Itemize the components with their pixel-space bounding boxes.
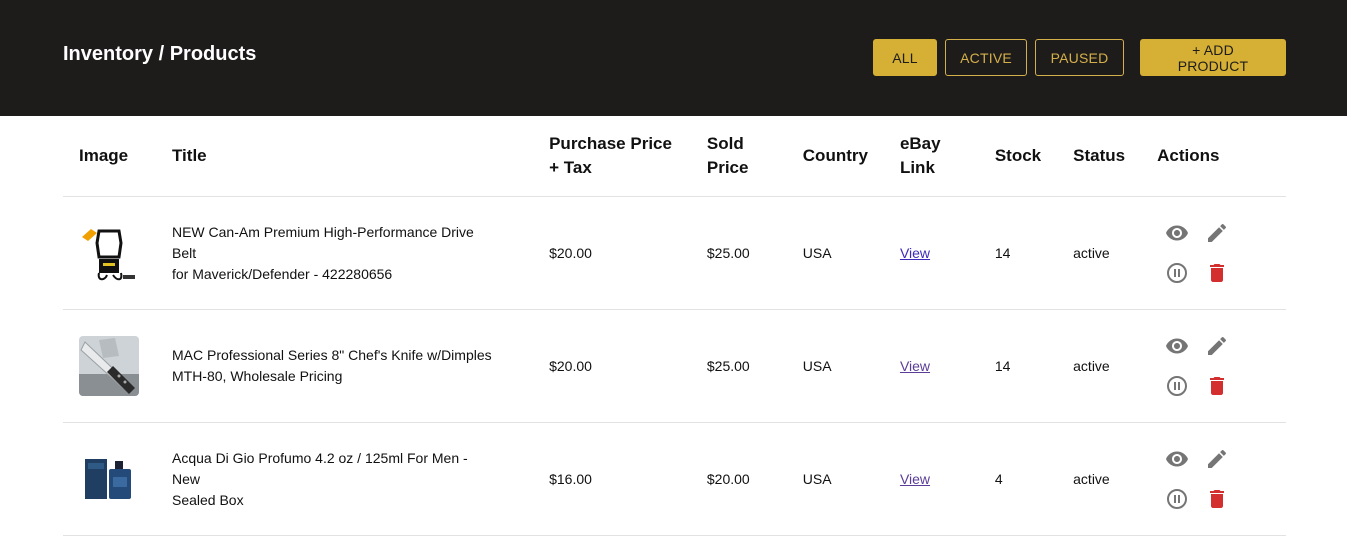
ebay-header-line2: Link — [899, 158, 935, 177]
view-button[interactable] — [1157, 326, 1197, 366]
table-header-row: Image Title Purchase Price + Tax Sold Pric… — [63, 116, 1286, 197]
stock-cell: 14 — [978, 309, 1058, 423]
ebay-view-link[interactable]: View — [900, 358, 930, 374]
column-header-ebay-link: eBay Link — [883, 116, 979, 197]
ebay-view-link[interactable]: View — [900, 245, 930, 261]
pause-button[interactable] — [1157, 366, 1197, 406]
stock-cell: 14 — [978, 196, 1058, 310]
country-cell: USA — [786, 309, 884, 423]
table-row: MAC Professional Series 8" Chef's Knife … — [63, 309, 1286, 423]
delete-button[interactable] — [1197, 253, 1237, 293]
actions-cell — [1141, 196, 1286, 310]
column-header-image: Image — [63, 116, 156, 197]
eye-icon — [1166, 451, 1189, 467]
table-row: Acqua Di Gio Profumo 4.2 oz / 125ml For … — [63, 422, 1286, 536]
edit-button[interactable] — [1197, 326, 1237, 366]
column-header-status: Status — [1057, 116, 1142, 197]
sold-price-cell: $25.00 — [690, 196, 787, 310]
filter-all-button[interactable]: ALL — [873, 39, 937, 76]
column-header-title: Title — [155, 116, 534, 197]
column-header-purchase-price: Purchase Price + Tax — [533, 116, 691, 197]
country-cell: USA — [786, 422, 884, 536]
pause-button[interactable] — [1157, 253, 1197, 293]
ebay-header-line1: eBay — [899, 134, 941, 153]
filter-active-button[interactable]: ACTIVE — [945, 39, 1027, 76]
sold-price-cell: $20.00 — [690, 422, 787, 536]
product-thumbnail-chef-knife — [79, 336, 139, 396]
product-thumbnail-drive-belt — [79, 223, 139, 283]
column-header-country: Country — [786, 116, 884, 197]
delete-button[interactable] — [1197, 366, 1237, 406]
purchase-price-cell: $20.00 — [533, 309, 691, 423]
view-button[interactable] — [1157, 213, 1197, 253]
pause-icon — [1167, 376, 1188, 396]
stock-cell: 4 — [978, 422, 1058, 536]
delete-button[interactable] — [1197, 479, 1237, 519]
title-line1: MAC Professional Series 8" Chef's Knife … — [171, 347, 492, 363]
title-cell: Acqua Di Gio Profumo 4.2 oz / 125ml For … — [155, 422, 534, 536]
ebay-link-cell: View — [883, 309, 979, 423]
products-table: Image Title Purchase Price + Tax Sold Pric… — [63, 116, 1286, 536]
pencil-icon — [1208, 223, 1227, 242]
purchase-price-cell: $20.00 — [533, 196, 691, 310]
title-line2: MTH-80, Wholesale Pricing — [171, 368, 343, 384]
table-row: NEW Can-Am Premium High-Performance Driv… — [63, 196, 1286, 310]
purchase-price-cell: $16.00 — [533, 422, 691, 536]
image-cell — [63, 309, 156, 423]
trash-icon — [1210, 490, 1225, 508]
filter-paused-button[interactable]: PAUSED — [1035, 39, 1124, 76]
status-cell: active — [1057, 309, 1142, 423]
trash-icon — [1210, 264, 1225, 282]
status-cell: active — [1057, 422, 1142, 536]
image-cell — [63, 196, 156, 310]
pencil-icon — [1208, 336, 1227, 355]
purchase-header-line1: Purchase Price — [549, 134, 672, 153]
trash-icon — [1210, 377, 1225, 395]
image-cell — [63, 422, 156, 536]
status-cell: active — [1057, 196, 1142, 310]
pause-icon — [1167, 489, 1188, 509]
purchase-header-line2: + Tax — [549, 158, 592, 177]
column-header-sold-price: Sold Price — [690, 116, 787, 197]
ebay-view-link[interactable]: View — [900, 471, 930, 487]
pause-icon — [1167, 263, 1188, 283]
actions-cell — [1141, 422, 1286, 536]
pause-button[interactable] — [1157, 479, 1197, 519]
title-cell: NEW Can-Am Premium High-Performance Driv… — [155, 196, 534, 310]
title-line1: NEW Can-Am Premium High-Performance Driv… — [171, 223, 474, 261]
sold-header-line1: Sold — [706, 134, 744, 153]
column-header-stock: Stock — [978, 116, 1058, 197]
view-button[interactable] — [1157, 439, 1197, 479]
title-line2: for Maverick/Defender - 422280656 — [171, 265, 393, 282]
sold-header-line2: Price — [706, 158, 749, 177]
column-header-actions: Actions — [1141, 116, 1286, 197]
title-line2: Sealed Box — [171, 491, 244, 508]
eye-icon — [1166, 338, 1189, 354]
title-line1: Acqua Di Gio Profumo 4.2 oz / 125ml For … — [171, 449, 468, 487]
page-title: Inventory / Products — [63, 43, 257, 65]
pencil-icon — [1208, 449, 1227, 468]
page-header: Inventory / Products ALL ACTIVE PAUSED +… — [0, 0, 1347, 116]
sold-price-cell: $25.00 — [690, 309, 787, 423]
edit-button[interactable] — [1197, 213, 1237, 253]
eye-icon — [1166, 225, 1189, 241]
product-thumbnail-perfume — [79, 449, 139, 509]
add-product-button[interactable]: + ADD PRODUCT — [1140, 39, 1286, 76]
title-cell: MAC Professional Series 8" Chef's Knife … — [155, 309, 534, 423]
country-cell: USA — [786, 196, 884, 310]
ebay-link-cell: View — [883, 422, 979, 536]
actions-cell — [1141, 309, 1286, 423]
ebay-link-cell: View — [883, 196, 979, 310]
edit-button[interactable] — [1197, 439, 1237, 479]
filter-group: ALL ACTIVE PAUSED + ADD PRODUCT — [873, 39, 1286, 76]
